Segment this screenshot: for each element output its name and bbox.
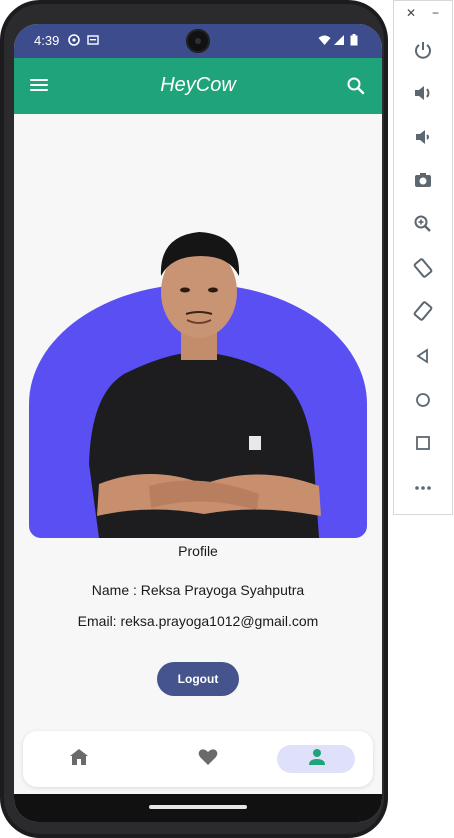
search-icon[interactable]	[346, 76, 366, 96]
status-bar: 4:39	[14, 24, 382, 58]
gesture-handle[interactable]	[149, 805, 247, 809]
device-bezel: 4:39 HeyCow Profile Name: Reksa Prayoga…	[4, 4, 384, 834]
logout-button[interactable]: Logout	[157, 662, 239, 696]
power-icon[interactable]	[412, 39, 434, 61]
device-frame: 4:39 HeyCow Profile Name: Reksa Prayoga…	[0, 0, 388, 838]
favorite-icon[interactable]	[196, 745, 220, 769]
home-icon[interactable]	[67, 745, 91, 769]
zoom-in-icon[interactable]	[412, 213, 434, 235]
app-bar: HeyCow	[14, 58, 382, 114]
battery-icon	[350, 34, 362, 46]
more-icon[interactable]	[412, 477, 434, 499]
profile-email: Email: reksa.prayoga1012@gmail.com	[77, 613, 319, 629]
signal-icon	[334, 34, 346, 46]
wifi-icon	[318, 34, 331, 46]
rotate-left-icon[interactable]	[412, 257, 434, 279]
gesture-area	[14, 794, 382, 822]
card-icon	[87, 34, 99, 46]
profile-heading: Profile	[178, 543, 218, 559]
profile-photo	[89, 232, 321, 538]
rotate-right-icon[interactable]	[412, 300, 434, 322]
volume-down-icon[interactable]	[412, 126, 434, 148]
profile-name: Name : Reksa Prayoga Syahputra	[91, 582, 305, 598]
minimize-icon[interactable]: −	[432, 6, 439, 20]
close-icon[interactable]: ✕	[406, 6, 416, 20]
profile-photo-card	[29, 164, 367, 538]
emulator-toolbar: ✕ −	[393, 0, 453, 515]
app-title: HeyCow	[160, 74, 236, 96]
back-icon[interactable]	[412, 345, 434, 367]
camera-icon[interactable]	[412, 169, 434, 191]
volume-up-icon[interactable]	[412, 82, 434, 104]
bottom-navigation	[23, 731, 373, 787]
status-time: 4:39	[34, 33, 60, 48]
home-circle-icon[interactable]	[412, 389, 434, 411]
overview-icon[interactable]	[412, 432, 434, 454]
profile-icon[interactable]	[305, 745, 329, 769]
device-screen: 4:39 HeyCow Profile Name: Reksa Prayoga…	[14, 24, 382, 822]
sync-icon	[68, 34, 80, 46]
front-camera	[186, 29, 210, 53]
